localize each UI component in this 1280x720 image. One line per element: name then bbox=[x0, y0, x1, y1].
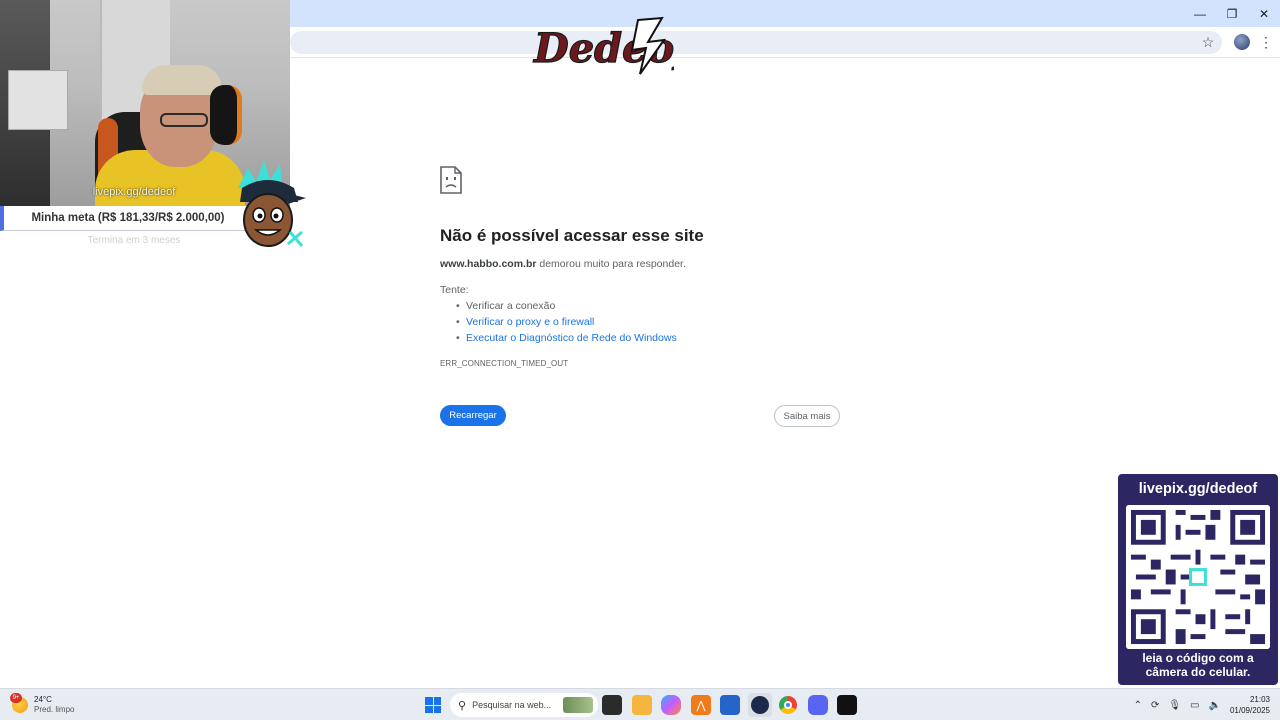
weather-badge: 9+ bbox=[10, 693, 22, 703]
error-description: www.habbo.com.br demorou muito para resp… bbox=[440, 258, 686, 270]
window-controls: — ❐ ✕ bbox=[1184, 0, 1280, 27]
store-icon[interactable] bbox=[720, 695, 740, 715]
taskbar-search[interactable]: ⚲ Pesquisar na web... bbox=[450, 693, 598, 717]
clock-time: 21:03 bbox=[1249, 695, 1270, 704]
sad-document-icon bbox=[440, 166, 462, 194]
steam-button[interactable] bbox=[748, 693, 772, 717]
stream-logo: Dedeof bbox=[532, 16, 674, 75]
learn-more-button[interactable]: Saiba mais bbox=[774, 405, 840, 427]
try-label: Tente: bbox=[440, 284, 469, 296]
app-orange-icon[interactable]: ⋀ bbox=[691, 695, 711, 715]
error-description-text: demorou muito para responder. bbox=[536, 258, 686, 270]
qr-footer: leia o código com a câmera do celular. bbox=[1118, 651, 1278, 679]
search-icon: ⚲ bbox=[458, 699, 467, 712]
clock[interactable]: 21:03 01/09/2025 bbox=[1230, 694, 1270, 716]
bookmark-star-icon[interactable]: ☆ bbox=[1198, 32, 1218, 52]
suggestion-run-diagnostics-link[interactable]: Executar o Diagnóstico de Rede do Window… bbox=[456, 332, 677, 348]
taskbar-search-placeholder: Pesquisar na web... bbox=[472, 700, 552, 710]
suggestion-check-proxy-link[interactable]: Verificar o proxy e o firewall bbox=[456, 316, 677, 332]
qr-code-icon bbox=[1126, 505, 1270, 649]
qr-title: livepix.gg/dedeof bbox=[1138, 481, 1258, 497]
taskbar: 9+ 24°C Pred. limpo ⚲ Pesquisar na web..… bbox=[0, 688, 1280, 720]
weather-desc: Pred. limpo bbox=[34, 705, 75, 714]
discord-icon[interactable] bbox=[808, 695, 828, 715]
chrome-icon[interactable] bbox=[778, 695, 798, 715]
suggestion-list: Verificar a conexão Verificar o proxy e … bbox=[456, 300, 677, 348]
qr-footer-line1: leia o código com a bbox=[1142, 651, 1254, 665]
microphone-icon[interactable]: 🎙 bbox=[1168, 700, 1181, 711]
address-bar[interactable] bbox=[290, 31, 1222, 54]
weather-sun-icon: 9+ bbox=[10, 693, 28, 713]
search-highlight-icon bbox=[563, 697, 593, 713]
webcam-headset bbox=[210, 85, 242, 145]
weather-temp: 24°C bbox=[34, 695, 52, 704]
donation-goal-bar: Minha meta (R$ 181,33/R$ 2.000,00) bbox=[0, 206, 252, 231]
screen: — ❐ ✕ ☆ ⋮ Não é possível acessar esse si… bbox=[0, 0, 1280, 720]
task-view-icon[interactable] bbox=[602, 695, 622, 715]
error-title: Não é possível acessar esse site bbox=[440, 226, 704, 245]
clock-date: 01/09/2025 bbox=[1229, 706, 1270, 715]
webcam-box bbox=[8, 70, 68, 130]
weather-widget[interactable]: 9+ 24°C Pred. limpo bbox=[10, 693, 74, 717]
system-tray: ⌃ ⟳ 🎙 ▭ 🔈 21:03 01/09/2025 bbox=[1134, 693, 1270, 717]
speaker-icon[interactable]: 🔈 bbox=[1209, 700, 1221, 711]
qr-footer-line2: câmera do celular. bbox=[1145, 665, 1251, 679]
error-code: ERR_CONNECTION_TIMED_OUT bbox=[440, 359, 569, 368]
restore-button[interactable]: ❐ bbox=[1216, 0, 1248, 27]
profile-avatar-icon[interactable] bbox=[1232, 32, 1252, 52]
mascot-avatar-icon bbox=[238, 160, 306, 247]
capcut-icon[interactable] bbox=[837, 695, 857, 715]
close-button[interactable]: ✕ bbox=[1248, 0, 1280, 27]
network-icon[interactable]: ▭ bbox=[1190, 700, 1199, 711]
webcam-glasses bbox=[160, 113, 208, 127]
chevron-up-icon[interactable]: ⌃ bbox=[1134, 700, 1142, 711]
weather-text: 24°C Pred. limpo bbox=[34, 695, 74, 715]
minimize-button[interactable]: — bbox=[1184, 0, 1216, 27]
sync-icon[interactable]: ⟳ bbox=[1151, 700, 1159, 711]
start-icon[interactable] bbox=[425, 697, 441, 713]
reload-button[interactable]: Recarregar bbox=[440, 405, 506, 426]
error-host: www.habbo.com.br bbox=[440, 258, 537, 270]
steam-icon bbox=[751, 696, 769, 714]
file-explorer-icon[interactable] bbox=[632, 695, 652, 715]
copilot-icon[interactable] bbox=[661, 695, 681, 715]
menu-kebab-icon[interactable]: ⋮ bbox=[1256, 32, 1276, 52]
webcam-person-hair bbox=[142, 65, 222, 95]
suggestion-check-connection: Verificar a conexão bbox=[456, 300, 677, 316]
livepix-qr-widget: livepix.gg/dedeof leia o código com a câ… bbox=[1118, 474, 1278, 685]
